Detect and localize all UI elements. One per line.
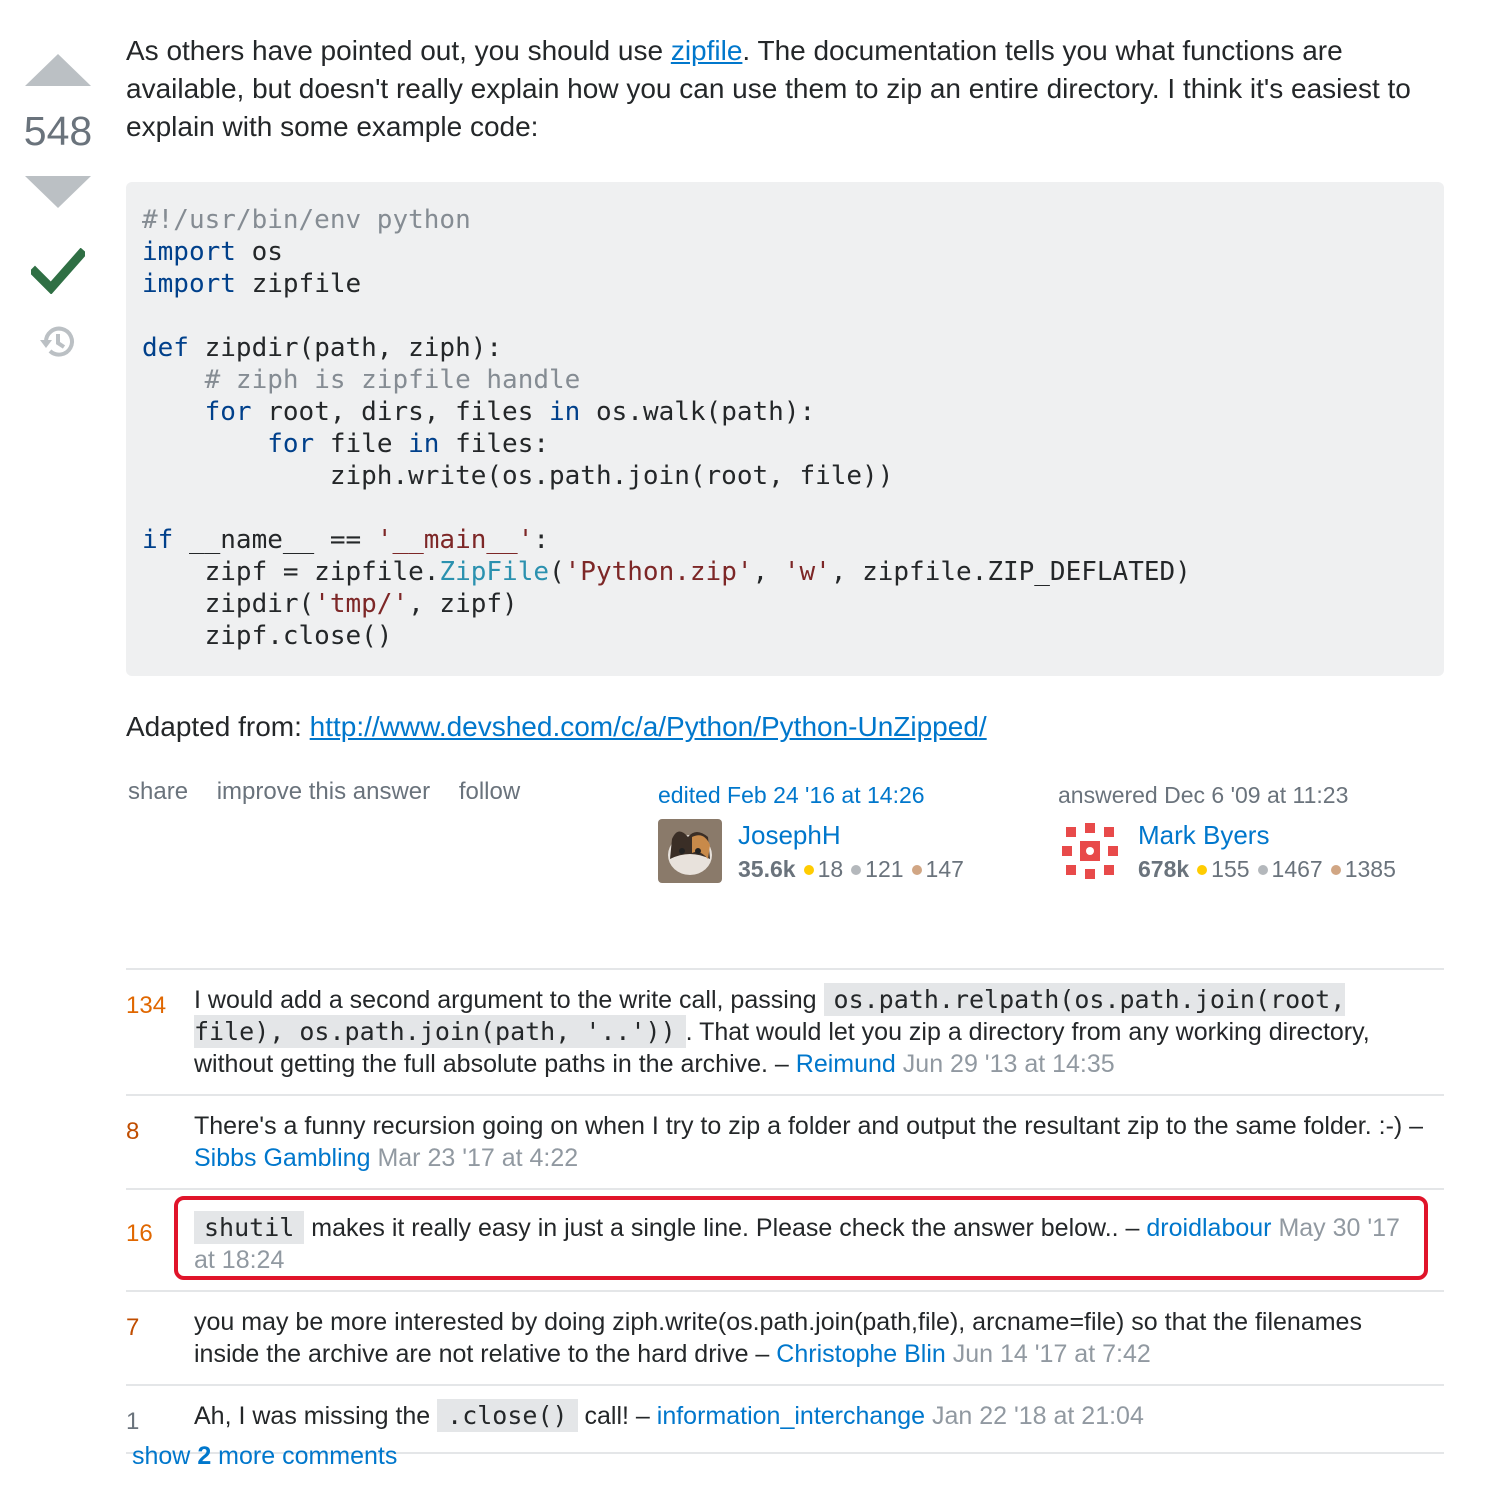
comment-user-link[interactable]: Reimund [796, 1050, 896, 1078]
silver-badge-icon [851, 865, 862, 875]
answer-body: As others have pointed out, you should u… [126, 32, 1444, 940]
author-avatar[interactable] [1058, 819, 1122, 883]
accepted-check-icon [31, 248, 85, 294]
editor-gold-count: 18 [817, 856, 844, 882]
comment-item: 134 I would add a second argument to the… [126, 970, 1444, 1096]
comment-body: makes it really easy in just a single li… [304, 1214, 1147, 1242]
adapted-label: Adapted from: [126, 711, 310, 742]
zipfile-link[interactable]: zipfile [671, 35, 743, 66]
history-icon[interactable] [38, 322, 78, 362]
more-count: 2 [197, 1442, 212, 1470]
author-bronze-count: 1385 [1344, 856, 1396, 882]
code-block: #!/usr/bin/env python import os import z… [126, 182, 1444, 676]
editor-signature: edited Feb 24 '16 at 14:26 JosephH 35.6k… [658, 782, 998, 887]
comment-score: 8 [126, 1118, 140, 1145]
comment-text: Ah, I was missing the .close() call! – i… [194, 1399, 1444, 1438]
editor-silver-count: 121 [865, 856, 904, 882]
comment-score: 7 [126, 1314, 140, 1341]
show-more-comments-link[interactable]: show 2 more comments [132, 1442, 397, 1471]
comment-item-highlighted: 16 shutil makes it really easy in just a… [126, 1190, 1444, 1292]
author-reputation: 678k 155 1467 1385 [1138, 851, 1398, 887]
more-prefix: show [132, 1442, 198, 1470]
editor-rep: 35.6k [738, 856, 796, 882]
comment-score: 1 [126, 1408, 140, 1435]
adapted-from: Adapted from: http://www.devshed.com/c/a… [126, 708, 1444, 746]
post-menu: share improve this answer follow [128, 778, 542, 806]
devshed-link[interactable]: http://www.devshed.com/c/a/Python/Python… [310, 711, 987, 742]
comment-date[interactable]: Jun 14 '17 at 7:42 [953, 1340, 1151, 1368]
upvote-arrow-icon[interactable] [25, 54, 91, 86]
vote-count: 548 [23, 108, 93, 154]
comment-body: I would add a second argument to the wri… [194, 986, 824, 1014]
comment-score: 16 [126, 1220, 153, 1247]
comment-text: I would add a second argument to the wri… [194, 983, 1444, 1080]
silver-badge-icon [1257, 865, 1268, 875]
answered-timestamp[interactable]: answered Dec 6 '09 at 11:23 [1058, 782, 1398, 809]
comment-date[interactable]: Jun 29 '13 at 14:35 [903, 1050, 1115, 1078]
editor-avatar[interactable] [658, 819, 722, 883]
answer-intro: As others have pointed out, you should u… [126, 32, 1444, 146]
comments-list: 134 I would add a second argument to the… [126, 968, 1444, 1454]
author-silver-count: 1467 [1271, 856, 1323, 882]
author-rep: 678k [1138, 856, 1190, 882]
edited-timestamp[interactable]: edited Feb 24 '16 at 14:26 [658, 782, 998, 809]
improve-answer-link[interactable]: improve this answer [217, 778, 430, 805]
comment-text: you may be more interested by doing ziph… [194, 1306, 1444, 1370]
comment-date[interactable]: Mar 23 '17 at 4:22 [377, 1144, 578, 1172]
editor-name-link[interactable]: JosephH [738, 820, 841, 850]
author-gold-count: 155 [1211, 856, 1250, 882]
author-name-link[interactable]: Mark Byers [1138, 820, 1269, 850]
editor-reputation: 35.6k 18 121 147 [738, 851, 998, 887]
follow-link[interactable]: follow [459, 778, 520, 805]
comment-user-link[interactable]: droidlabour [1146, 1214, 1271, 1242]
comment-body-continued: call! – [577, 1402, 657, 1430]
gold-badge-icon [1197, 865, 1208, 875]
post-footer: share improve this answer follow edited … [126, 770, 1444, 940]
comment-code: shutil [194, 1211, 305, 1244]
comment-text: There's a funny recursion going on when … [194, 1110, 1444, 1174]
comment-body: Ah, I was missing the [194, 1402, 438, 1430]
comment-date[interactable]: Jan 22 '18 at 21:04 [932, 1402, 1144, 1430]
bronze-badge-icon [911, 865, 922, 875]
intro-text: As others have pointed out, you should u… [126, 35, 671, 66]
comment-user-link[interactable]: information_interchange [657, 1402, 925, 1430]
editor-bronze-count: 147 [925, 856, 964, 882]
more-suffix: more comments [211, 1442, 398, 1470]
comment-user-link[interactable]: Christophe Blin [776, 1340, 946, 1368]
bronze-badge-icon [1330, 865, 1341, 875]
comment-item: 8 There's a funny recursion going on whe… [126, 1096, 1444, 1190]
share-link[interactable]: share [128, 778, 188, 805]
comment-user-link[interactable]: Sibbs Gambling [194, 1144, 370, 1172]
comment-code: .close() [437, 1399, 578, 1432]
gold-badge-icon [803, 865, 814, 875]
author-signature: answered Dec 6 '09 at 11:23 Mark Byers 6… [1058, 782, 1398, 887]
comment-body: There's a funny recursion going on when … [194, 1112, 1424, 1140]
comment-score: 134 [126, 992, 167, 1019]
downvote-arrow-icon[interactable] [25, 176, 91, 208]
vote-column: 548 [20, 50, 96, 362]
comment-text: shutil makes it really easy in just a si… [194, 1211, 1444, 1276]
comment-item: 7 you may be more interested by doing zi… [126, 1292, 1444, 1386]
